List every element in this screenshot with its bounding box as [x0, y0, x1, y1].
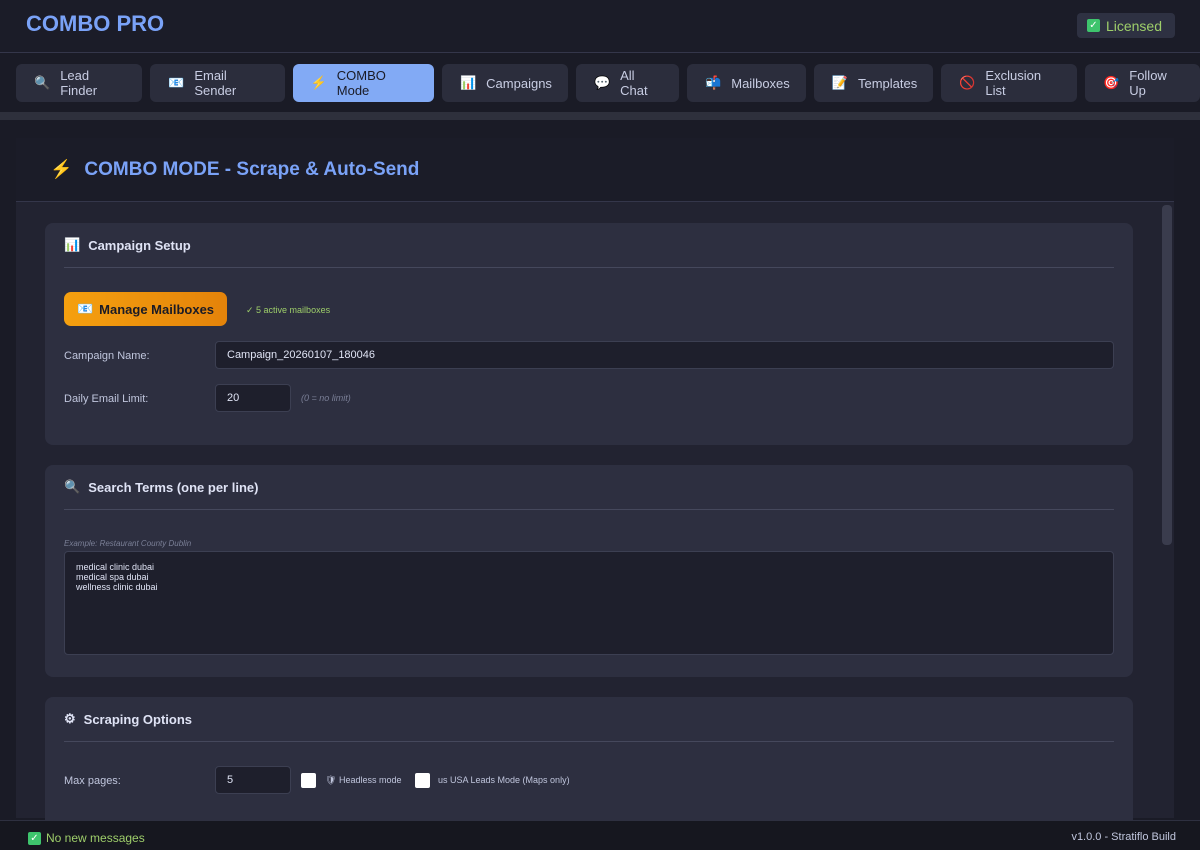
- shield-icon: 🛡: [325, 775, 337, 785]
- headless-checkbox[interactable]: [301, 773, 316, 788]
- status-bar: ✓ No new messages v1.0.0 - Stratiflo Buil…: [0, 820, 1200, 850]
- chart-icon: 📊: [64, 237, 81, 252]
- tab-label: Exclusion List: [985, 68, 1042, 98]
- tab-label: All Chat: [620, 68, 648, 98]
- usa-mode-checkbox[interactable]: [415, 773, 430, 788]
- card-title-text: Search Terms (one per line): [88, 479, 259, 495]
- scrollbar[interactable]: [1162, 205, 1172, 545]
- search-hint: Example: Restaurant County Dublin: [64, 539, 192, 548]
- button-label: Manage Mailboxes: [99, 301, 215, 317]
- search-icon: 🔍: [64, 479, 81, 494]
- version-label: v1.0.0 - Stratiflo Build: [1071, 831, 1176, 843]
- tab-all-chat[interactable]: 💬 All Chat: [575, 64, 680, 102]
- tab-label: COMBO Mode: [336, 68, 386, 98]
- campaign-setup-card: 📊 Campaign Setup 📧 Manage Mailboxes ✓ 5 ac…: [45, 223, 1133, 445]
- card-title-text: Scraping Options: [83, 711, 192, 727]
- manage-mailboxes-button[interactable]: 📧 Manage Mailboxes: [64, 292, 227, 326]
- tab-exclusion-list[interactable]: 🚫 Exclusion List: [941, 64, 1078, 102]
- daily-limit-input[interactable]: 20: [215, 384, 291, 412]
- app-title: COMBO PRO: [26, 11, 165, 36]
- active-mailboxes-status: ✓ 5 active mailboxes: [246, 305, 331, 315]
- search-terms-card: 🔍 Search Terms (one per line) Example: Re…: [45, 465, 1133, 677]
- prohibited-icon: 🚫: [959, 75, 976, 90]
- tab-bar: 🔍 Lead Finder 📧 Email Sender ⚡ COMBO Mode 📊…: [16, 64, 1200, 102]
- headless-label: 🛡 Headless mode: [325, 775, 402, 786]
- scraping-options-card: ⚙ Scraping Options Max pages: 5 🛡 Headles…: [45, 697, 1133, 837]
- chart-icon: 📊: [459, 75, 477, 90]
- search-icon: 🔍: [34, 75, 51, 90]
- status-text: No new messages: [46, 831, 145, 845]
- tab-combo-mode[interactable]: ⚡ COMBO Mode: [292, 64, 434, 102]
- card-title: 🔍 Search Terms (one per line): [64, 465, 1114, 510]
- panel-header: ⚡ COMBO MODE - Scrape & Auto-Send: [16, 138, 1174, 202]
- divider: [0, 112, 1200, 120]
- tab-label: Lead Finder: [60, 68, 98, 98]
- page-title: COMBO MODE - Scrape & Auto-Send: [84, 158, 420, 180]
- card-title-text: Campaign Setup: [88, 237, 191, 253]
- combo-panel: ⚡ COMBO MODE - Scrape & Auto-Send 📊 Campa…: [16, 138, 1174, 837]
- tab-templates[interactable]: 📝 Templates: [813, 64, 934, 102]
- daily-limit-label: Daily Email Limit:: [64, 393, 149, 405]
- tab-campaigns[interactable]: 📊 Campaigns: [441, 64, 568, 102]
- bolt-icon: ⚡: [50, 159, 73, 179]
- message-status: ✓ No new messages: [28, 831, 145, 845]
- app-header: COMBO PRO ✓ Licensed: [0, 0, 1200, 53]
- bolt-icon: ⚡: [310, 75, 327, 90]
- tab-label: Mailboxes: [731, 75, 790, 91]
- tab-follow-up[interactable]: 🎯 Follow Up: [1085, 64, 1200, 102]
- tab-email-sender[interactable]: 📧 Email Sender: [150, 64, 285, 102]
- daily-limit-hint: (0 = no limit): [301, 393, 351, 403]
- license-badge: ✓ Licensed: [1076, 13, 1175, 38]
- headless-text: Headless mode: [338, 775, 402, 785]
- tab-label: Follow Up: [1129, 68, 1167, 98]
- license-label: Licensed: [1105, 17, 1162, 34]
- mailbox-icon: 📬: [705, 75, 722, 90]
- check-icon: ✓: [1086, 19, 1100, 32]
- campaign-name-label: Campaign Name:: [64, 350, 150, 362]
- check-icon: ✓: [28, 831, 41, 845]
- card-title: ⚙ Scraping Options: [64, 697, 1114, 742]
- max-pages-label: Max pages:: [64, 775, 121, 787]
- max-pages-input[interactable]: 5: [215, 766, 291, 794]
- gear-icon: ⚙: [64, 711, 76, 726]
- search-terms-textarea[interactable]: medical clinic dubai medical spa dubai w…: [64, 551, 1114, 655]
- memo-icon: 📝: [831, 75, 848, 90]
- tab-lead-finder[interactable]: 🔍 Lead Finder: [16, 64, 143, 102]
- usa-mode-label: us USA Leads Mode (Maps only): [438, 775, 570, 785]
- campaign-name-input[interactable]: Campaign_20260107_180046: [215, 341, 1114, 369]
- tab-label: Templates: [857, 75, 918, 91]
- chat-icon: 💬: [593, 75, 611, 90]
- email-icon: 📧: [168, 75, 185, 90]
- card-title: 📊 Campaign Setup: [64, 223, 1114, 268]
- email-icon: 📧: [76, 301, 94, 316]
- tab-label: Campaigns: [486, 75, 552, 91]
- tab-mailboxes[interactable]: 📬 Mailboxes: [687, 64, 806, 102]
- target-icon: 🎯: [1103, 75, 1120, 90]
- tab-label: Email Sender: [194, 68, 237, 98]
